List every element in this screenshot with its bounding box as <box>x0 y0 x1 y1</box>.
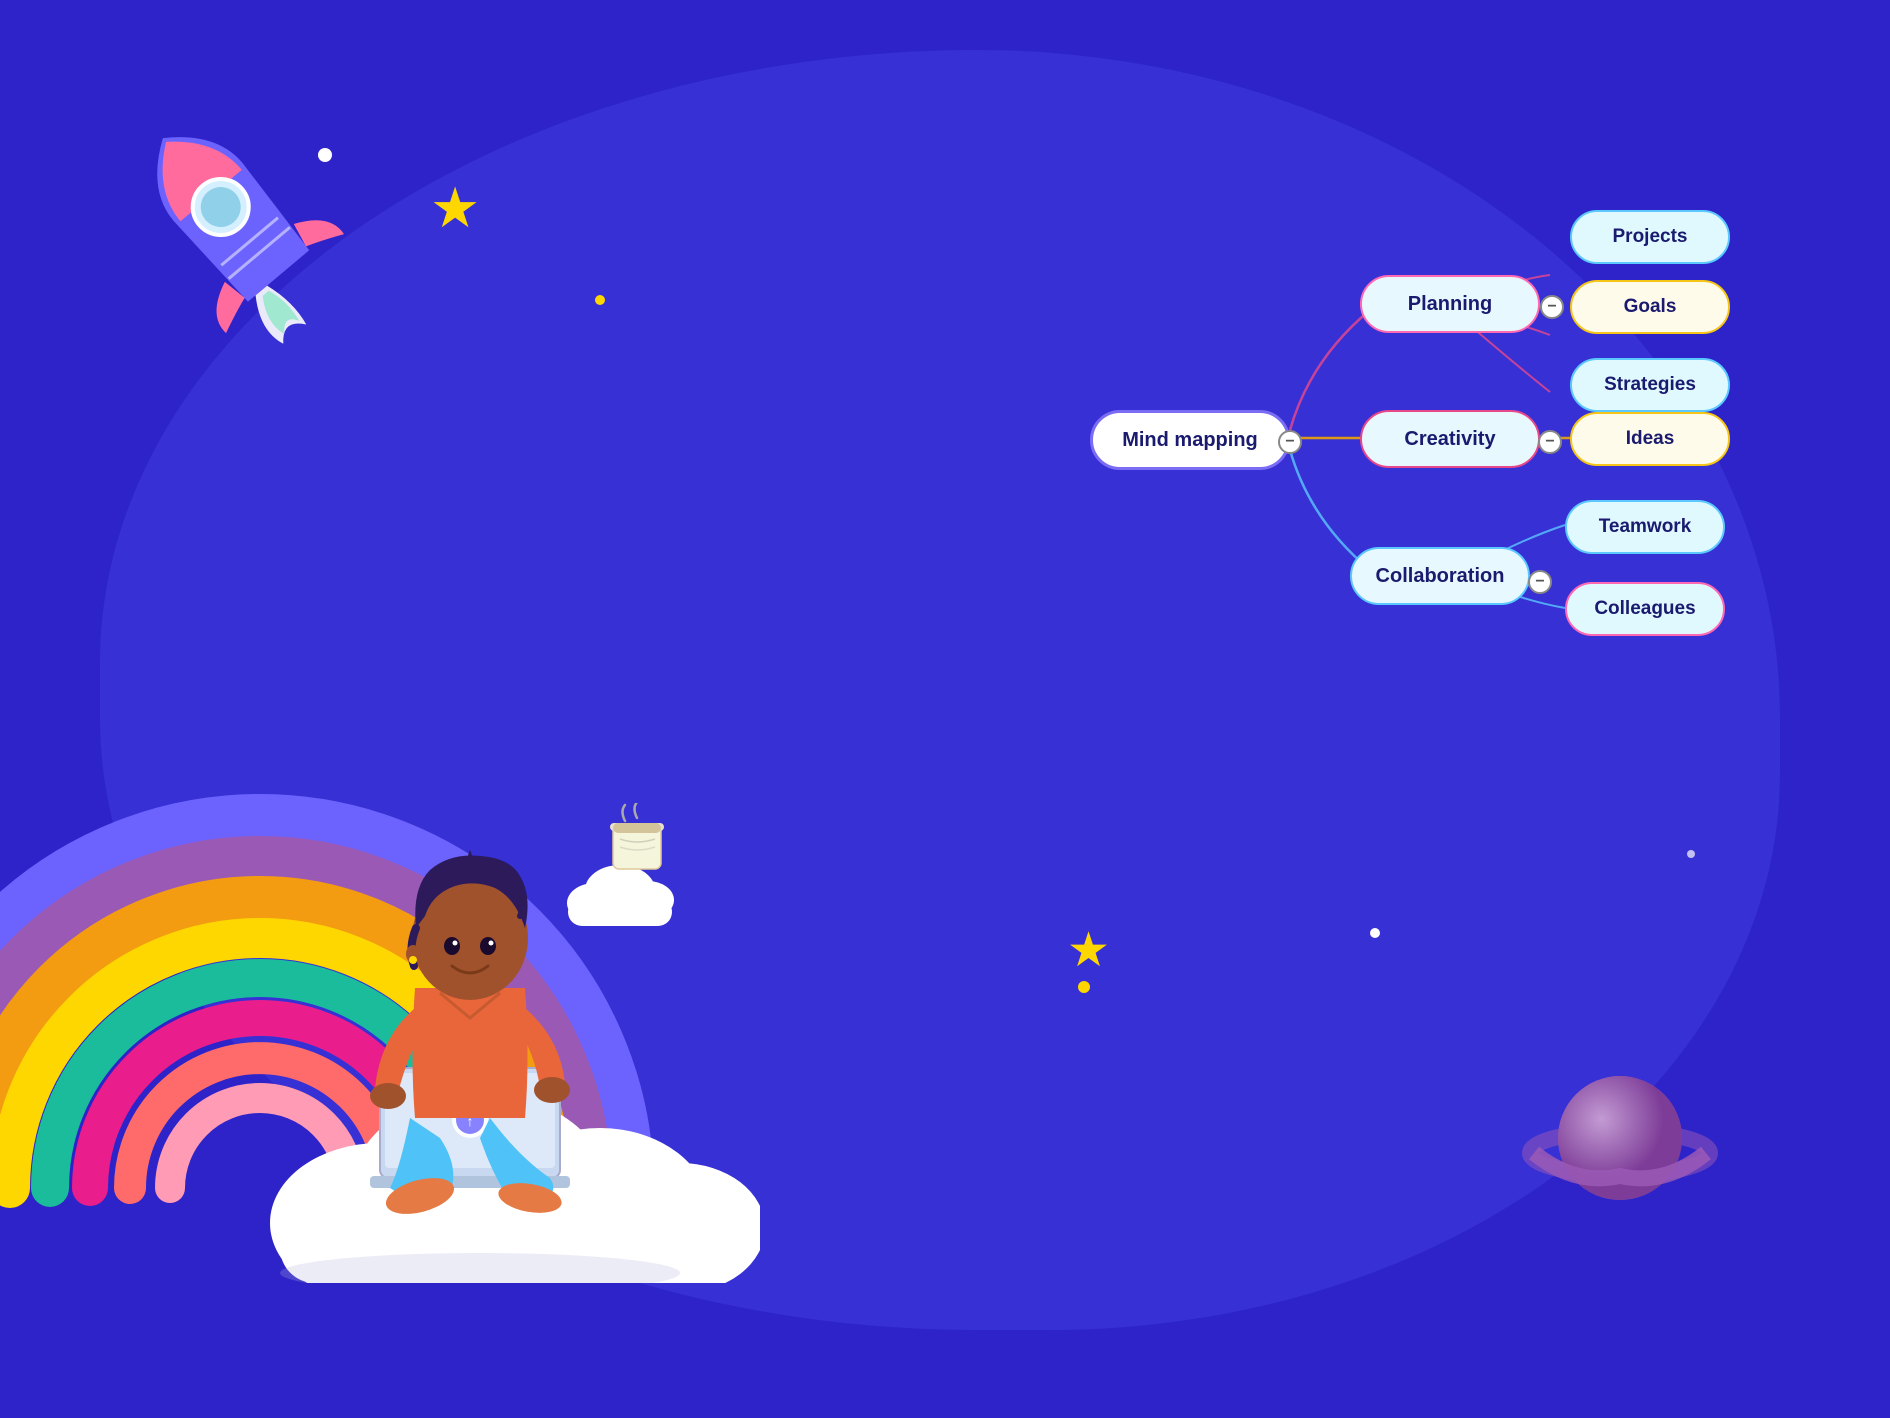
mindmap-center-node: Mind mapping <box>1090 410 1290 470</box>
star-decoration-2: ★ <box>1067 922 1110 978</box>
ideas-label: Ideas <box>1626 428 1675 450</box>
projects-label: Projects <box>1613 226 1688 248</box>
dot-4 <box>1370 928 1380 938</box>
strategies-label: Strategies <box>1604 374 1696 396</box>
colleagues-node: Colleagues <box>1565 582 1725 636</box>
collaboration-minus-button[interactable]: − <box>1528 570 1552 594</box>
planning-label: Planning <box>1408 293 1492 316</box>
colleagues-label: Colleagues <box>1594 598 1695 620</box>
collaboration-node: Collaboration <box>1350 547 1530 605</box>
center-minus-button[interactable]: − <box>1278 430 1302 454</box>
goals-node: Goals <box>1570 280 1730 334</box>
teamwork-label: Teamwork <box>1599 516 1692 538</box>
collaboration-label: Collaboration <box>1376 565 1505 588</box>
planning-minus-button[interactable]: − <box>1540 295 1564 319</box>
dot-2 <box>595 295 605 305</box>
planet-illustration <box>1520 1038 1720 1238</box>
star-decoration-1: ★ <box>430 175 480 241</box>
dot-5 <box>1687 850 1695 858</box>
ideas-node: Ideas <box>1570 412 1730 466</box>
creativity-node: Creativity <box>1360 410 1540 468</box>
strategies-node: Strategies <box>1570 358 1730 412</box>
person-illustration: ↑ <box>320 798 620 1218</box>
dot-3 <box>1078 981 1090 993</box>
goals-label: Goals <box>1624 296 1677 318</box>
creativity-label: Creativity <box>1404 428 1495 451</box>
mindmap-container: Mind mapping − Planning − Projects Goals… <box>970 120 1840 760</box>
projects-node: Projects <box>1570 210 1730 264</box>
center-label: Mind mapping <box>1122 429 1258 452</box>
creativity-minus-button[interactable]: − <box>1538 430 1562 454</box>
planning-node: Planning <box>1360 275 1540 333</box>
teamwork-node: Teamwork <box>1565 500 1725 554</box>
rocket-illustration <box>115 90 365 370</box>
